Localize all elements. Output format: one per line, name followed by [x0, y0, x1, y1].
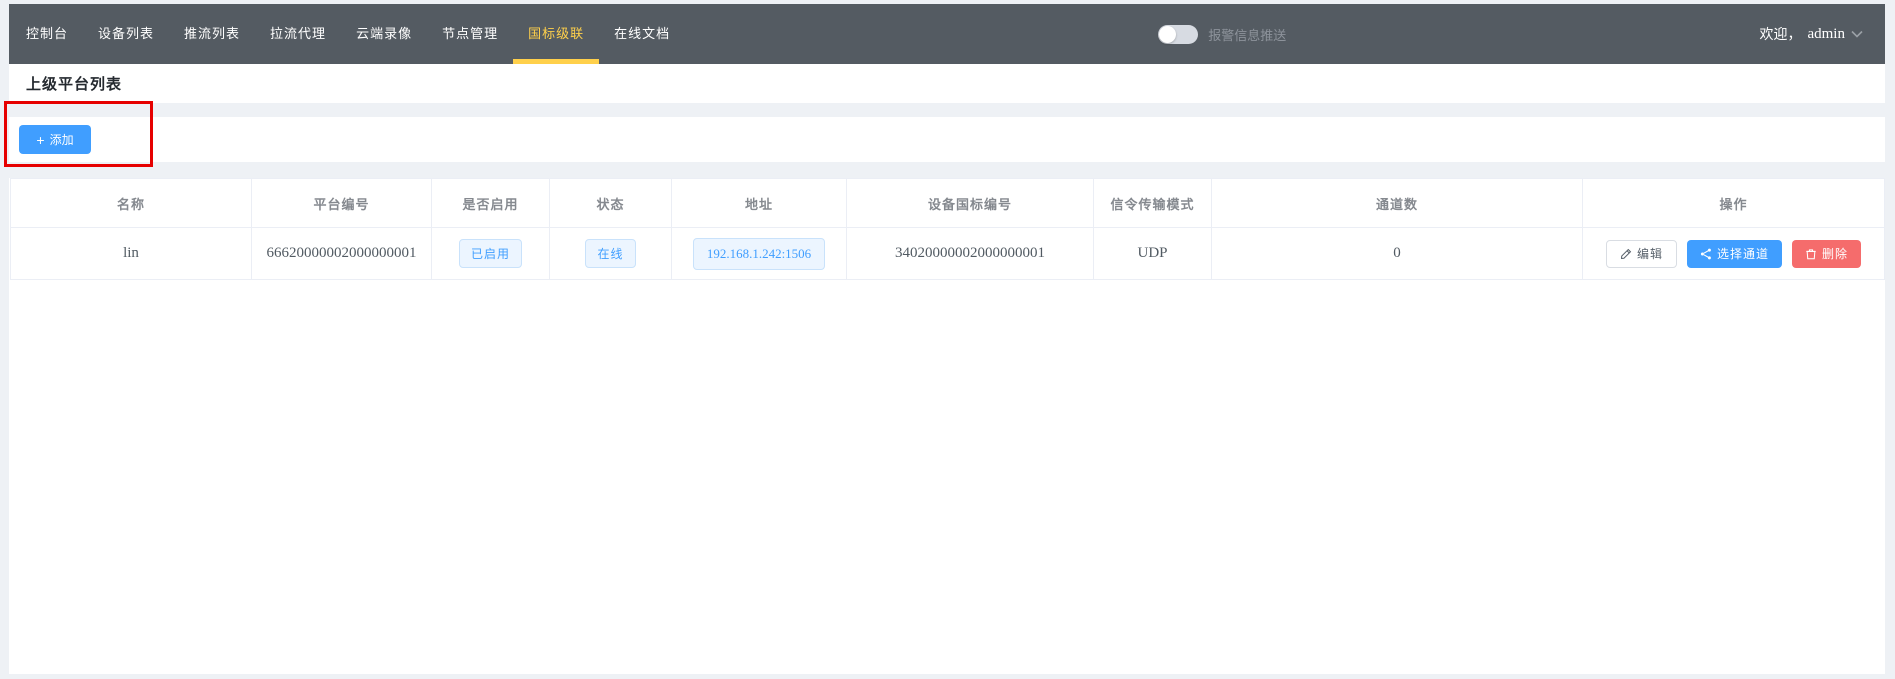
- col-header-device-gb-id: 设备国标编号: [847, 179, 1094, 228]
- col-header-name: 名称: [11, 179, 252, 228]
- add-button-label: 添加: [50, 131, 74, 148]
- status-badge: 在线: [585, 239, 635, 268]
- select-channel-label: 选择通道: [1717, 245, 1769, 262]
- page-title: 上级平台列表: [26, 73, 122, 94]
- delete-button-label: 删除: [1822, 245, 1848, 262]
- edit-pencil-icon: [1620, 248, 1632, 260]
- trash-icon: [1805, 248, 1817, 260]
- cell-channel-count: 0: [1212, 228, 1583, 280]
- user-menu[interactable]: 欢迎， admin: [1759, 4, 1885, 64]
- nav-item-online-docs[interactable]: 在线文档: [599, 4, 685, 64]
- cell-address: 192.168.1.242:1506: [672, 228, 847, 280]
- cell-actions: 编辑 选择通道 删除: [1583, 228, 1885, 280]
- edit-button-label: 编辑: [1637, 245, 1663, 262]
- enabled-badge: 已启用: [459, 239, 522, 268]
- col-header-enabled: 是否启用: [432, 179, 550, 228]
- col-header-transport: 信令传输模式: [1094, 179, 1212, 228]
- welcome-text: 欢迎，: [1759, 24, 1801, 44]
- select-channel-button[interactable]: 选择通道: [1687, 240, 1782, 268]
- toggle-knob: [1159, 26, 1176, 43]
- top-navbar: 控制台 设备列表 推流列表 拉流代理 云端录像 节点管理 国标级联 在线文档 报…: [9, 4, 1885, 64]
- edit-button[interactable]: 编辑: [1606, 240, 1677, 268]
- section-gap: [9, 162, 1885, 178]
- cell-transport: UDP: [1094, 228, 1212, 280]
- nav-item-cloud-record[interactable]: 云端录像: [341, 4, 427, 64]
- alarm-push-label: 报警信息推送: [1208, 25, 1286, 44]
- cell-platform-id: 66620000002000000001: [252, 228, 432, 280]
- cell-enabled: 已启用: [432, 228, 550, 280]
- col-header-address: 地址: [672, 179, 847, 228]
- col-header-actions: 操作: [1583, 179, 1885, 228]
- table-row: lin 66620000002000000001 已启用 在线 192.168.…: [11, 228, 1885, 280]
- main-menu: 控制台 设备列表 推流列表 拉流代理 云端录像 节点管理 国标级联 在线文档: [9, 4, 685, 64]
- address-badge: 192.168.1.242:1506: [693, 238, 825, 270]
- row-actions: 编辑 选择通道 删除: [1583, 240, 1884, 268]
- toolbar: + 添加: [9, 117, 1885, 162]
- col-header-platform-id: 平台编号: [252, 179, 432, 228]
- share-icon: [1700, 248, 1712, 260]
- cell-name: lin: [11, 228, 252, 280]
- nav-item-device-list[interactable]: 设备列表: [83, 4, 169, 64]
- add-platform-button[interactable]: + 添加: [19, 125, 91, 154]
- plus-icon: +: [36, 133, 44, 147]
- nav-item-pull-proxy[interactable]: 拉流代理: [255, 4, 341, 64]
- cell-status: 在线: [550, 228, 672, 280]
- chevron-down-icon: [1851, 30, 1863, 38]
- delete-button[interactable]: 删除: [1792, 240, 1861, 268]
- platform-table: 名称 平台编号 是否启用 状态 地址 设备国标编号 信令传输模式 通道数 操作 …: [10, 178, 1885, 280]
- username: admin: [1807, 26, 1845, 43]
- nav-item-console[interactable]: 控制台: [11, 4, 83, 64]
- col-header-status: 状态: [550, 179, 672, 228]
- section-gap: [9, 103, 1885, 117]
- app-container: 控制台 设备列表 推流列表 拉流代理 云端录像 节点管理 国标级联 在线文档 报…: [9, 4, 1885, 674]
- alarm-push-toggle-group: 报警信息推送: [1158, 4, 1286, 64]
- nav-item-push-list[interactable]: 推流列表: [169, 4, 255, 64]
- platform-table-section: 名称 平台编号 是否启用 状态 地址 设备国标编号 信令传输模式 通道数 操作 …: [9, 178, 1885, 674]
- page-header: 上级平台列表: [9, 64, 1885, 103]
- table-header-row: 名称 平台编号 是否启用 状态 地址 设备国标编号 信令传输模式 通道数 操作: [11, 179, 1885, 228]
- nav-item-gb-cascade[interactable]: 国标级联: [513, 4, 599, 64]
- col-header-channel-count: 通道数: [1212, 179, 1583, 228]
- cell-device-gb-id: 34020000002000000001: [847, 228, 1094, 280]
- alarm-push-toggle[interactable]: [1158, 25, 1198, 44]
- nav-item-node-manage[interactable]: 节点管理: [427, 4, 513, 64]
